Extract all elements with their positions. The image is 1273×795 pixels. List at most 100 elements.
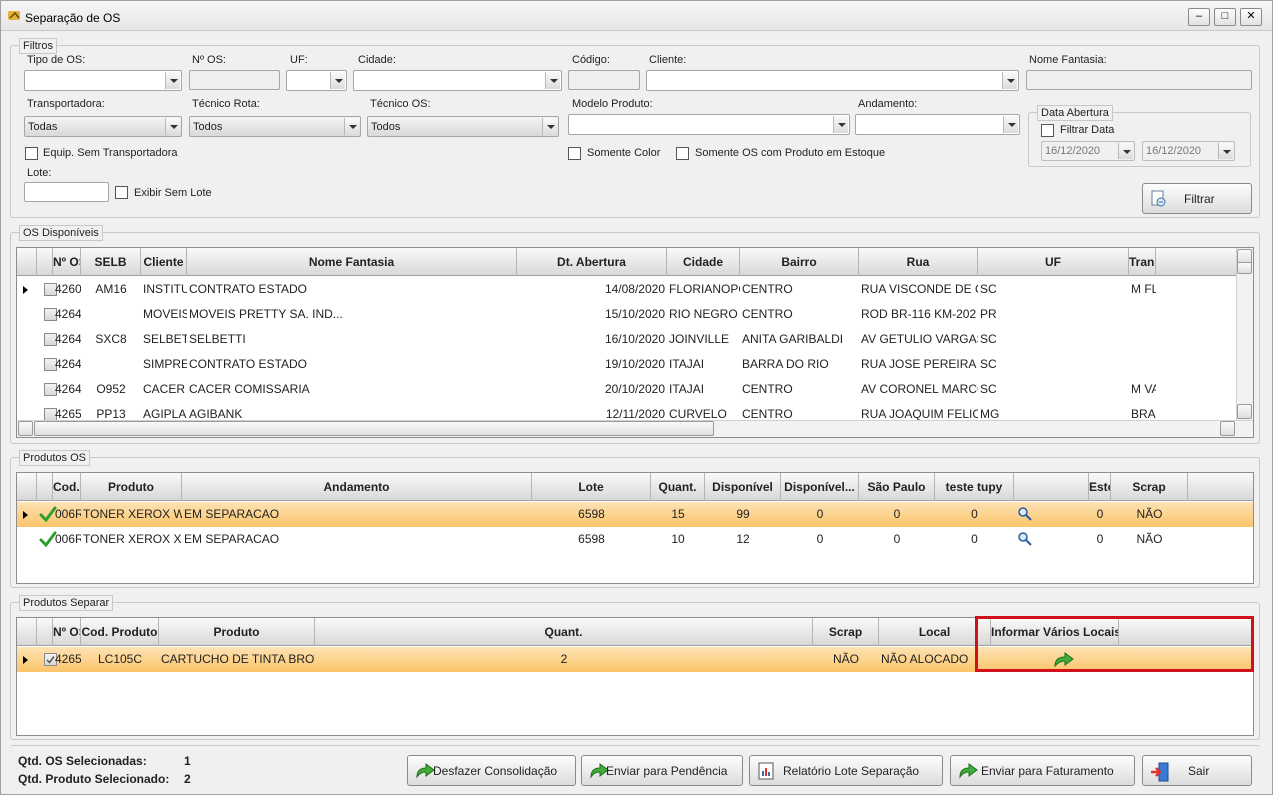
chevron-down-icon[interactable] — [165, 72, 180, 89]
column-header-9[interactable] — [1014, 473, 1089, 501]
filtrar-data-label: Filtrar Data — [1060, 124, 1115, 136]
somente-os-estoque-label: Somente OS com Produto em Estoque — [695, 147, 886, 159]
chevron-down-icon[interactable] — [1003, 116, 1018, 133]
column-header-8[interactable]: teste tupy — [935, 473, 1014, 501]
table-row[interactable]: 006R01531TONER XEROX X550/X560/X570 MAGE… — [17, 527, 1253, 552]
enviar-pendencia-button[interactable]: Enviar para Pendência — [581, 755, 743, 786]
column-header-7[interactable]: São Paulo — [859, 473, 935, 501]
column-header-0[interactable]: Nº OS — [53, 618, 81, 646]
column-header-0[interactable]: Cod. Produto — [53, 473, 81, 501]
cell-9 — [1129, 327, 1156, 352]
chevron-down-icon[interactable] — [330, 72, 345, 89]
column-header-2[interactable]: Andamento — [182, 473, 532, 501]
andamento-combo[interactable] — [855, 114, 1020, 135]
magnifier-icon[interactable] — [1017, 531, 1033, 550]
lote-input[interactable] — [24, 182, 109, 202]
nome-fantasia-input[interactable] — [1026, 70, 1252, 90]
column-header-1[interactable]: Cod. Produto — [81, 618, 159, 646]
column-header-5[interactable]: Disponível — [705, 473, 781, 501]
uf-combo[interactable] — [286, 70, 347, 91]
column-header-7[interactable]: Rua — [859, 248, 978, 276]
nos-label: Nº OS: — [192, 54, 226, 66]
exibir-sem-lote-label: Exibir Sem Lote — [134, 187, 212, 199]
filtrar-data-checkbox[interactable] — [1041, 124, 1054, 137]
table-row[interactable]: 4264411 MOVEIS PRETTY SA. INDUSTRIA E COM… — [17, 302, 1253, 327]
modelo-produto-combo[interactable] — [568, 114, 850, 135]
column-header-4[interactable]: Scrap — [813, 618, 879, 646]
table-row[interactable]: 4260036 AM16 INSTITUTO DE PREVIDENCIA DO E… — [17, 277, 1253, 302]
scroll-left-icon[interactable] — [18, 421, 33, 436]
column-header-2[interactable]: Cliente — [141, 248, 187, 276]
sair-button[interactable]: Sair — [1142, 755, 1252, 786]
chevron-down-icon[interactable] — [542, 118, 557, 135]
column-header-5[interactable]: Cidade — [667, 248, 740, 276]
tipo-os-combo[interactable] — [24, 70, 182, 91]
column-header-2[interactable]: Produto — [159, 618, 315, 646]
current-row-indicator-icon — [23, 286, 28, 294]
filtrar-button[interactable]: Filtrar — [1142, 183, 1252, 214]
scroll-right-icon[interactable] — [1220, 421, 1235, 436]
table-row[interactable]: 006R01404TONER XEROX WC7775 CYANEM SEPAR… — [17, 502, 1253, 527]
column-header-4[interactable]: Dt. Abertura — [517, 248, 667, 276]
date-to-picker[interactable]: 16/12/2020 — [1142, 141, 1235, 161]
cidade-combo[interactable] — [353, 70, 562, 91]
column-header-6[interactable]: Disponível... — [781, 473, 859, 501]
column-header-1[interactable]: SELB — [81, 248, 141, 276]
column-header-3[interactable]: Nome Fantasia — [187, 248, 517, 276]
green-arrow-icon — [959, 763, 978, 779]
chevron-down-icon[interactable] — [344, 118, 359, 135]
column-header-4[interactable]: Quant. — [651, 473, 705, 501]
transportadora-combo[interactable]: Todas — [24, 116, 182, 137]
calendar-dropdown-icon[interactable] — [1118, 143, 1133, 159]
somente-os-estoque-checkbox[interactable] — [676, 147, 689, 160]
chevron-down-icon[interactable] — [165, 118, 180, 135]
tecnico-rota-combo[interactable]: Todos — [189, 116, 361, 137]
scroll-down-icon[interactable] — [1237, 404, 1252, 419]
cell-0: 4264458 — [55, 382, 81, 396]
equip-sem-transp-checkbox[interactable] — [25, 147, 38, 160]
calendar-dropdown-icon[interactable] — [1218, 143, 1233, 159]
magnifier-icon[interactable] — [1017, 506, 1033, 525]
table-row[interactable]: 4264458 O952 CACER COMISSARIA ASSES. DE CO… — [17, 377, 1253, 402]
relatorio-lote-button[interactable]: Relatório Lote Separação — [749, 755, 943, 786]
lote-label: Lote: — [27, 167, 52, 179]
date-from-picker[interactable]: 16/12/2020 — [1041, 141, 1135, 161]
column-header-6[interactable]: Bairro — [740, 248, 859, 276]
header-select-cell[interactable] — [37, 473, 53, 501]
cell-9: M FLORIPA — [1131, 282, 1156, 296]
column-header-9[interactable]: Transportadora — [1129, 248, 1156, 276]
scroll-thumb[interactable] — [1237, 262, 1252, 274]
maximize-button[interactable]: □ — [1214, 8, 1236, 26]
table-row[interactable]: 4264448 SIMPRESS COMERCIO LOCACAO E SERVI… — [17, 352, 1253, 377]
scroll-h-thumb[interactable] — [34, 421, 714, 436]
cell-3: CACER COMISSARIA — [189, 382, 310, 396]
cliente-combo[interactable] — [646, 70, 1019, 91]
enviar-faturamento-button[interactable]: Enviar para Faturamento — [950, 755, 1135, 786]
cell-7: 0 — [893, 507, 901, 521]
codigo-input[interactable] — [568, 70, 640, 90]
exibir-sem-lote-checkbox[interactable] — [115, 186, 128, 199]
chevron-down-icon[interactable] — [545, 72, 560, 89]
column-header-11[interactable]: Scrap — [1111, 473, 1188, 501]
somente-color-checkbox[interactable] — [568, 147, 581, 160]
header-select-cell[interactable] — [37, 248, 53, 276]
header-select-cell[interactable] — [37, 618, 53, 646]
column-header-3[interactable]: Quant. — [315, 618, 813, 646]
column-header-8[interactable]: UF — [978, 248, 1129, 276]
chevron-down-icon[interactable] — [833, 116, 848, 133]
table-row[interactable]: 4264425 SXC8 SELBETTI GESTAO DE DOCUMENTOS… — [17, 327, 1253, 352]
column-header-1[interactable]: Produto — [81, 473, 182, 501]
column-header-10[interactable]: Estoque Mín. — [1089, 473, 1111, 501]
tecnico-os-combo[interactable]: Todos — [367, 116, 559, 137]
minimize-button[interactable]: – — [1188, 8, 1210, 26]
chevron-down-icon[interactable] — [1002, 72, 1017, 89]
horizontal-scrollbar[interactable] — [17, 420, 1253, 437]
close-button[interactable]: ✕ — [1240, 8, 1262, 26]
vertical-scrollbar[interactable] — [1236, 248, 1253, 420]
column-header-3[interactable]: Lote — [532, 473, 651, 501]
desfazer-consolidacao-button[interactable]: Desfazer Consolidação — [407, 755, 576, 786]
column-header-0[interactable]: Nº OS — [53, 248, 81, 276]
cell-7: AV CORONEL MARCOS K... — [861, 382, 978, 396]
cell-5: FLORIANOPOLIS — [669, 282, 740, 296]
nos-input[interactable] — [189, 70, 280, 90]
